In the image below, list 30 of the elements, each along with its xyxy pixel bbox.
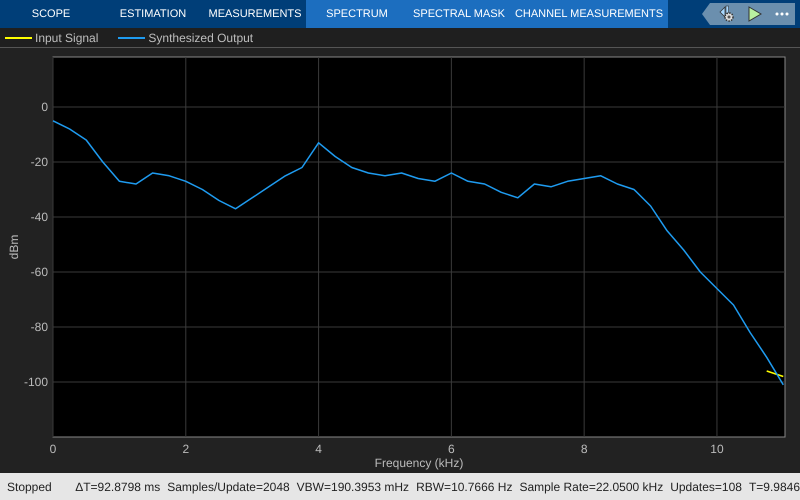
y-tick-label: -20 — [30, 155, 48, 170]
y-axis-label: dBm — [7, 234, 21, 260]
status-reading: Updates=108 — [670, 478, 742, 496]
status-reading: Samples/Update=2048 — [167, 478, 290, 496]
toolstrip-tab[interactable]: SPECTRAL MASK — [408, 0, 510, 28]
status-reading: RBW=10.7666 Hz — [416, 478, 512, 496]
x-tick-label: 0 — [50, 442, 56, 456]
status-reading: VBW=190.3953 mHz — [296, 478, 410, 496]
gear-arrow-icon[interactable] — [718, 5, 734, 23]
toolstrip-tab[interactable]: SPECTRUM — [306, 0, 408, 28]
more-icon[interactable] — [774, 12, 788, 16]
status-reading: ΔT=92.8798 ms — [75, 478, 160, 496]
legend-label[interactable]: Synthesized Output — [148, 28, 254, 46]
y-tick-label: -40 — [30, 210, 48, 224]
status-reading: Sample Rate=22.0500 kHz — [519, 478, 664, 496]
x-axis-label: Frequency (kHz) — [374, 456, 464, 470]
y-tick-label: -60 — [30, 265, 48, 280]
play-icon[interactable] — [748, 6, 762, 22]
x-tick-label: 8 — [580, 442, 588, 456]
legend-label[interactable]: Input Signal — [35, 28, 98, 46]
x-tick-label: 4 — [315, 442, 322, 456]
status-text: Stopped — [7, 478, 53, 496]
status-reading: T=9.9846 — [748, 478, 800, 496]
y-tick-label: -80 — [30, 320, 48, 334]
x-tick-label: 6 — [448, 442, 455, 456]
toolstrip-tab[interactable]: CHANNEL MEASUREMENTS — [510, 0, 668, 28]
x-tick-label: 10 — [710, 442, 724, 456]
y-tick-label: 0 — [41, 100, 48, 114]
y-tick-label: -100 — [24, 375, 48, 389]
x-tick-label: 2 — [182, 442, 190, 456]
